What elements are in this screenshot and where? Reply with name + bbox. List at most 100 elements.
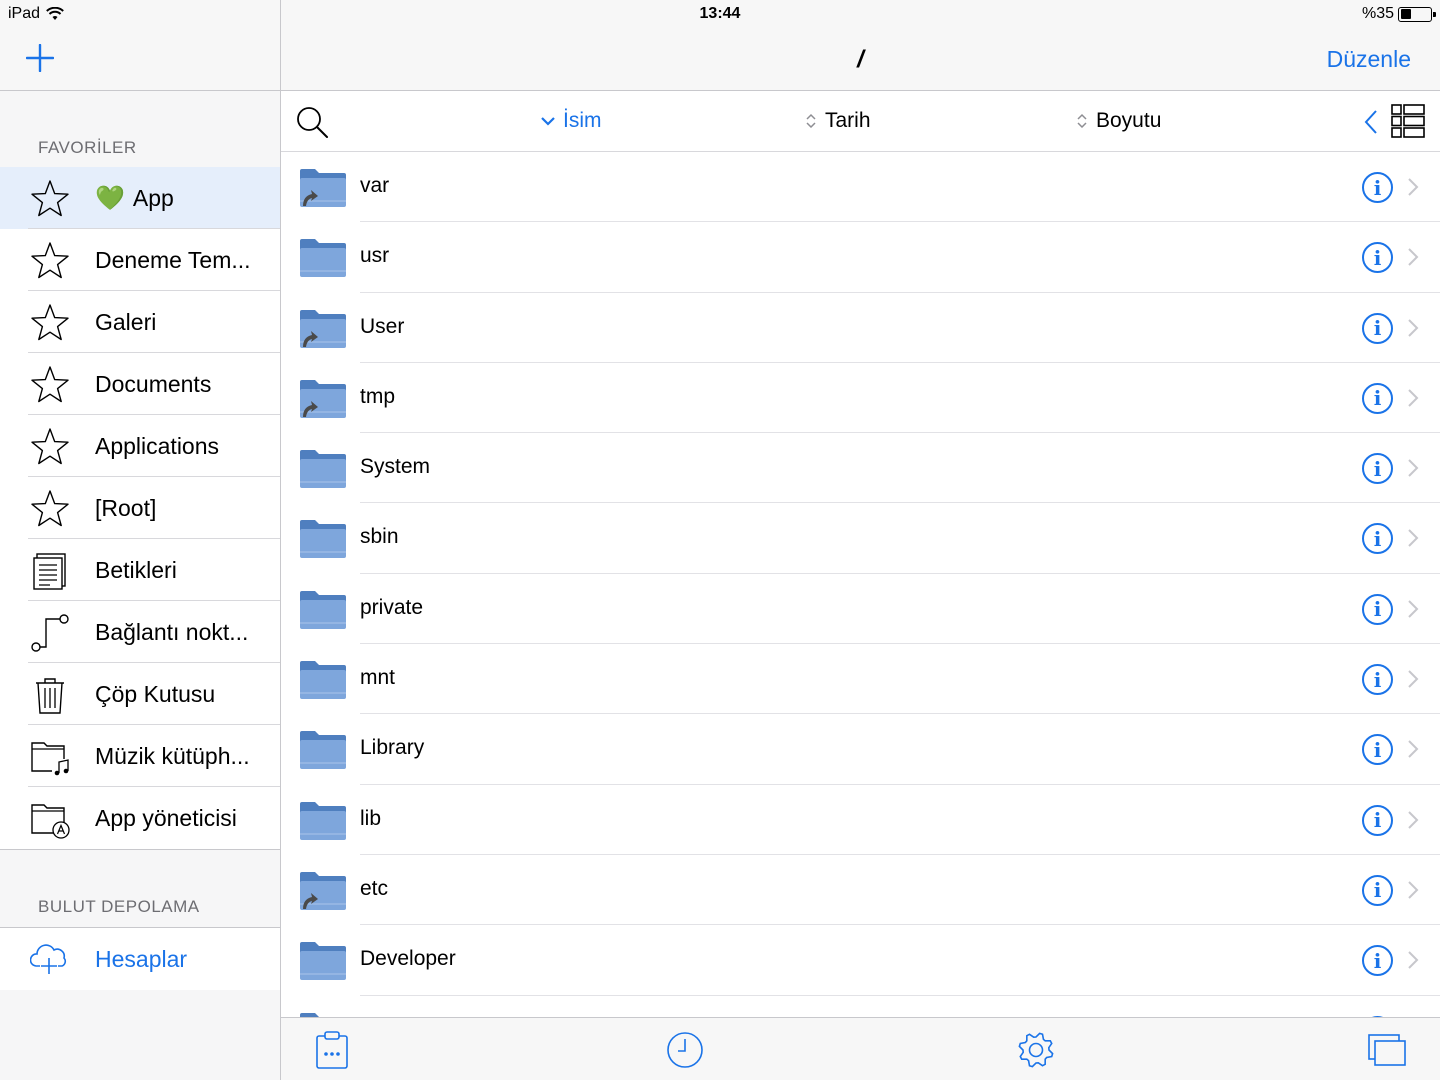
file-row[interactable]: lib i bbox=[281, 785, 1440, 855]
battery-icon bbox=[1398, 6, 1436, 22]
sort-date-button[interactable]: Tarih bbox=[805, 109, 871, 133]
sidebar-item-5[interactable]: [Root] bbox=[0, 477, 280, 539]
info-icon[interactable]: i bbox=[1362, 734, 1393, 766]
cloud-list: Hesaplar bbox=[0, 927, 280, 990]
info-icon[interactable]: i bbox=[1362, 874, 1393, 906]
folder-icon bbox=[299, 941, 347, 981]
script-icon bbox=[30, 551, 70, 591]
page-title: / bbox=[857, 46, 864, 73]
folder-alias-icon bbox=[299, 168, 347, 208]
file-row[interactable]: etc i bbox=[281, 855, 1440, 926]
sidebar-item-label: App yöneticisi bbox=[95, 805, 237, 832]
file-row[interactable]: i bbox=[281, 996, 1440, 1017]
chevron-right-icon bbox=[1407, 810, 1419, 830]
info-icon[interactable]: i bbox=[1362, 453, 1393, 485]
info-icon[interactable]: i bbox=[1362, 593, 1393, 625]
sidebar-item-9[interactable]: Müzik kütüph... bbox=[0, 725, 280, 787]
sidebar-item-text: Müzik kütüph... bbox=[95, 742, 250, 769]
file-row[interactable]: tmp i bbox=[281, 363, 1440, 434]
info-icon[interactable]: i bbox=[1362, 382, 1393, 414]
music-folder-icon bbox=[30, 737, 70, 777]
chevron-right-icon bbox=[1407, 458, 1419, 478]
file-name: sbin bbox=[360, 525, 399, 549]
clock-icon[interactable] bbox=[665, 1030, 705, 1070]
sort-name-button[interactable]: İsim bbox=[541, 109, 602, 133]
folder-icon bbox=[299, 238, 347, 278]
sidebar-item-text: Bağlantı nokt... bbox=[95, 618, 249, 645]
file-name: etc bbox=[360, 876, 389, 900]
sidebar-item-label: 💚 App bbox=[95, 184, 174, 213]
file-name: Developer bbox=[360, 947, 456, 971]
sidebar-item-label: Applications bbox=[95, 433, 219, 460]
file-row[interactable]: var i bbox=[281, 152, 1440, 223]
status-bar: iPad 13:44 %35 bbox=[0, 0, 1440, 28]
sort-size-button[interactable]: Boyutu bbox=[1076, 109, 1161, 133]
sidebar-item-1[interactable]: Deneme Tem... bbox=[0, 229, 280, 291]
sidebar-item-6[interactable]: Betikleri bbox=[0, 539, 280, 601]
clipboard-icon[interactable] bbox=[312, 1030, 352, 1070]
info-icon[interactable]: i bbox=[1362, 242, 1393, 274]
chevron-right-icon bbox=[1407, 880, 1419, 900]
sidebar-item-10[interactable]: App yöneticisi bbox=[0, 787, 280, 849]
edit-button[interactable]: Düzenle bbox=[1327, 46, 1411, 73]
file-row[interactable]: mnt i bbox=[281, 644, 1440, 715]
info-icon[interactable]: i bbox=[1362, 172, 1393, 203]
sidebar-item-label: [Root] bbox=[95, 495, 156, 522]
folder-icon bbox=[299, 730, 347, 770]
star-icon bbox=[30, 427, 70, 467]
sidebar-item-2[interactable]: Galeri bbox=[0, 291, 280, 353]
sidebar-item-text: Çöp Kutusu bbox=[95, 680, 216, 707]
trash-icon bbox=[30, 675, 70, 715]
chevron-right-icon bbox=[1407, 388, 1419, 408]
sidebar-item-label: Çöp Kutusu bbox=[95, 681, 215, 708]
sidebar-item-text: App yöneticisi bbox=[95, 804, 237, 831]
cloud-add-icon bbox=[30, 944, 67, 974]
file-row[interactable]: User i bbox=[281, 293, 1440, 363]
file-name: private bbox=[360, 595, 424, 619]
info-icon[interactable]: i bbox=[1362, 523, 1393, 555]
file-row[interactable]: sbin i bbox=[281, 503, 1440, 574]
file-name: usr bbox=[360, 244, 390, 268]
folder-alias-icon bbox=[299, 379, 347, 419]
info-icon[interactable]: i bbox=[1362, 664, 1393, 696]
chevron-right-icon bbox=[1407, 528, 1419, 548]
sidebar-item-text: Applications bbox=[95, 432, 220, 459]
sort-toggle-icon bbox=[1077, 113, 1087, 129]
file-row[interactable]: usr i bbox=[281, 222, 1440, 293]
sidebar-item-label: Müzik kütüph... bbox=[95, 743, 250, 770]
info-icon[interactable]: i bbox=[1362, 804, 1393, 836]
sidebar-item-label: Hesaplar bbox=[95, 945, 188, 972]
sidebar-item-text: Deneme Tem... bbox=[95, 246, 251, 273]
list-view-icon[interactable] bbox=[1391, 104, 1425, 138]
gear-icon[interactable] bbox=[1016, 1030, 1056, 1070]
sidebar-item-0[interactable]: 💚 App bbox=[0, 167, 280, 229]
chevron-right-icon bbox=[1407, 177, 1419, 197]
folder-icon bbox=[299, 519, 347, 559]
sidebar-item-4[interactable]: Applications bbox=[0, 415, 280, 477]
file-row[interactable]: private i bbox=[281, 574, 1440, 645]
folder-icon bbox=[299, 449, 347, 489]
file-row[interactable]: System i bbox=[281, 433, 1440, 504]
file-name: tmp bbox=[360, 384, 396, 408]
sidebar-item-label: Bağlantı nokt... bbox=[95, 619, 248, 646]
file-row[interactable]: Library i bbox=[281, 714, 1440, 785]
sidebar-item-accounts[interactable]: Hesaplar bbox=[0, 928, 280, 990]
chevron-right-icon bbox=[1407, 950, 1419, 970]
file-name: var bbox=[360, 174, 390, 197]
chevron-right-icon bbox=[1407, 739, 1419, 759]
heart-icon: 💚 bbox=[95, 184, 125, 212]
favorites-section-title: FAVORİLER bbox=[38, 138, 137, 157]
star-icon bbox=[30, 179, 70, 219]
sidebar-item-8[interactable]: Çöp Kutusu bbox=[0, 663, 280, 725]
windows-icon[interactable] bbox=[1367, 1030, 1407, 1070]
chevron-left-icon[interactable] bbox=[1363, 108, 1379, 136]
file-row[interactable]: Developer i bbox=[281, 925, 1440, 996]
sidebar-item-7[interactable]: Bağlantı nokt... bbox=[0, 601, 280, 663]
search-icon[interactable] bbox=[295, 105, 329, 139]
sidebar-item-3[interactable]: Documents bbox=[0, 353, 280, 415]
add-icon[interactable] bbox=[26, 44, 54, 72]
info-icon[interactable]: i bbox=[1362, 945, 1393, 977]
file-name: System bbox=[360, 455, 431, 479]
sort-bar: İsim Tarih Boyutu bbox=[281, 91, 1440, 152]
info-icon[interactable]: i bbox=[1362, 312, 1393, 344]
